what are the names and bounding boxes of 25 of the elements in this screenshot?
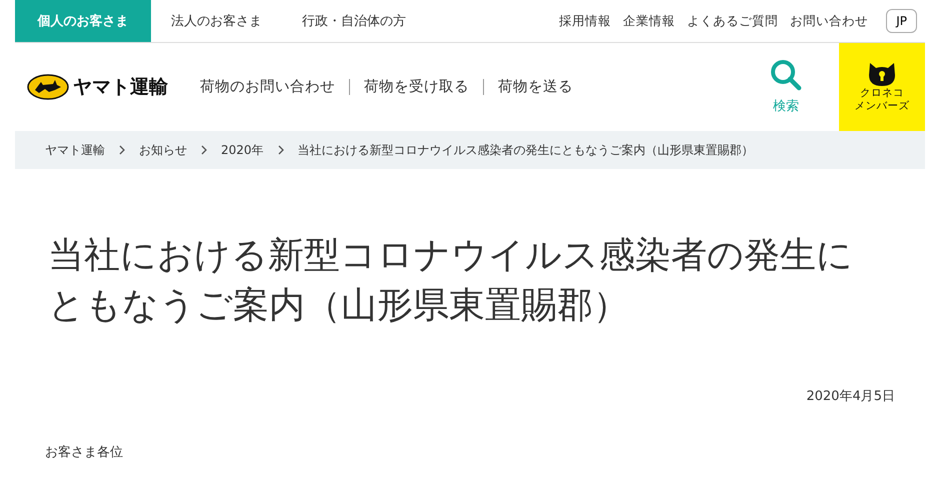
breadcrumb-link[interactable]: ヤマト運輸 [45, 142, 105, 158]
search-icon [770, 59, 802, 91]
utility-link[interactable]: お問い合わせ [790, 12, 868, 30]
utility-link[interactable]: 採用情報 [559, 12, 612, 30]
chevron-icon [119, 145, 125, 155]
cat-face-icon [867, 61, 897, 87]
nav-link[interactable]: 荷物を受け取る [349, 79, 483, 95]
breadcrumb-link[interactable]: 当社における新型コロナウイルス感染者の発生にともなうご案内（山形県東置賜郡） [298, 142, 754, 158]
breadcrumb-link[interactable]: お知らせ [139, 142, 187, 158]
cat-logo-icon [27, 74, 69, 100]
chevron-icon [278, 145, 284, 155]
member-button[interactable]: クロネコ メンバーズ [839, 43, 925, 131]
nav-link[interactable]: 荷物のお問い合わせ [186, 79, 349, 95]
utility-link[interactable]: 企業情報 [623, 12, 676, 30]
audience-tab[interactable]: 行政・自治体の方 [282, 0, 426, 42]
salutation: お客さま各位 [45, 444, 124, 461]
audience-tab[interactable]: 法人のお客さま [151, 0, 282, 42]
language-button[interactable]: JP [886, 9, 917, 33]
breadcrumb-link[interactable]: 2020年 [221, 142, 264, 158]
nav-link[interactable]: 荷物を送る [483, 79, 587, 95]
logo-text[interactable]: ヤマト運輸 [73, 74, 168, 100]
chevron-icon [201, 145, 207, 155]
utility-link[interactable]: よくあるご質問 [687, 12, 778, 30]
article-title: 当社における新型コロナウイルス感染者の発生にともなうご案内（山形県東置賜郡） [48, 234, 854, 328]
article-date: 2020年4月5日 [805, 388, 895, 405]
